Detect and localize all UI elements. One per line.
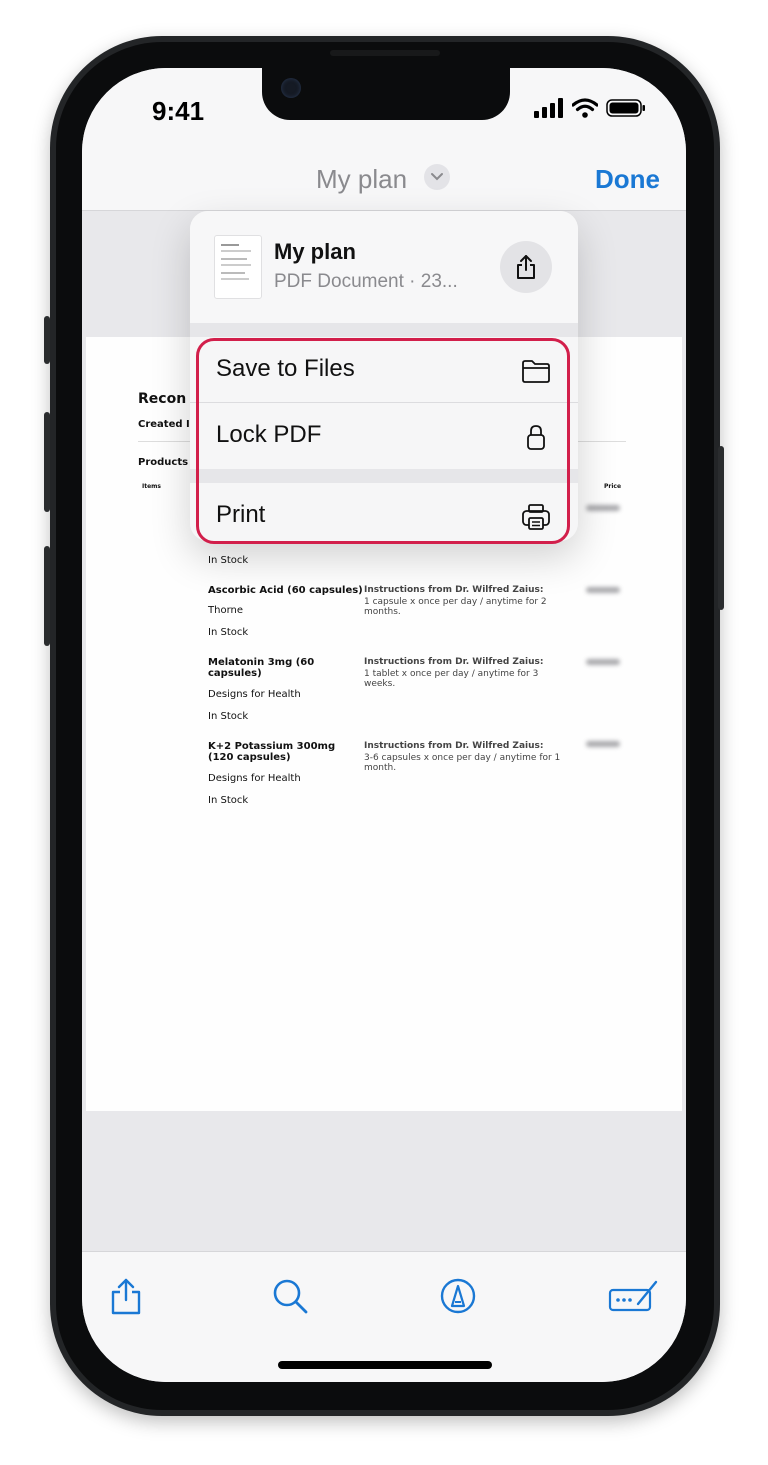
highlight-outline — [196, 338, 570, 544]
battery-icon — [606, 99, 645, 117]
home-indicator[interactable] — [278, 1361, 492, 1369]
product-brand: Designs for Health — [208, 689, 301, 700]
share-icon[interactable] — [500, 241, 552, 293]
product-instr: 3-6 capsules x once per day / anytime fo… — [364, 753, 561, 773]
product-instr-title: Instructions from Dr. Wilfred Zaius: — [364, 657, 544, 667]
product-stock: In Stock — [208, 627, 249, 638]
pdf-stock: In Stock — [208, 555, 249, 566]
blurred-price — [586, 505, 620, 511]
status-icons — [534, 98, 646, 118]
menu-header: My plan PDF Document · 23... — [190, 211, 578, 323]
product-stock: In Stock — [208, 795, 249, 806]
screen: 9:41 My plan Done Recon Created I Produc… — [82, 68, 686, 1382]
product-instr: 1 tablet x once per day / anytime for 3 … — [364, 669, 539, 689]
volume-up-button — [44, 412, 50, 512]
status-time: 9:41 — [152, 96, 205, 126]
blurred-price — [586, 659, 620, 665]
markup-icon[interactable] — [438, 1276, 478, 1316]
notch — [262, 68, 510, 120]
power-button — [718, 446, 724, 610]
share-icon[interactable] — [106, 1276, 146, 1316]
signal-icon — [534, 98, 563, 118]
signature-icon[interactable] — [608, 1276, 660, 1316]
menu-gap — [190, 323, 578, 337]
product-instr-title: Instructions from Dr. Wilfred Zaius: — [364, 585, 544, 595]
menu-title: My plan — [274, 239, 356, 264]
blurred-price — [586, 741, 620, 747]
product-instr: 1 capsule x once per day / anytime for 2… — [364, 597, 547, 617]
pdf-heading: Recon — [138, 391, 187, 407]
speaker — [330, 50, 440, 56]
document-thumbnail — [214, 235, 262, 299]
pdf-created: Created I — [138, 419, 190, 430]
mute-switch — [44, 316, 50, 364]
pdf-col-items: Items — [142, 483, 161, 490]
volume-down-button — [44, 546, 50, 646]
pdf-col-price: Price — [604, 483, 622, 490]
search-icon[interactable] — [270, 1276, 310, 1316]
menu-subtitle: PDF Document · 23... — [274, 271, 458, 292]
product-name: Ascorbic Acid (60 capsules) — [208, 585, 363, 596]
bottom-toolbar — [82, 1251, 686, 1382]
blurred-price — [586, 587, 620, 593]
chevron-down-icon[interactable] — [424, 164, 450, 190]
front-camera — [281, 78, 301, 98]
pdf-products: Products — [138, 457, 189, 468]
product-brand: Designs for Health — [208, 773, 301, 784]
nav-bar: My plan Done — [82, 150, 686, 211]
done-button[interactable]: Done — [595, 164, 660, 195]
product-instr-title: Instructions from Dr. Wilfred Zaius: — [364, 741, 544, 751]
product-name: K+2 Potassium 300mg (120 capsules) — [208, 741, 336, 763]
product-stock: In Stock — [208, 711, 249, 722]
product-name: Melatonin 3mg (60 capsules) — [208, 657, 315, 679]
wifi-icon — [572, 98, 598, 118]
product-brand: Thorne — [208, 605, 243, 616]
nav-title[interactable]: My plan — [316, 164, 407, 195]
